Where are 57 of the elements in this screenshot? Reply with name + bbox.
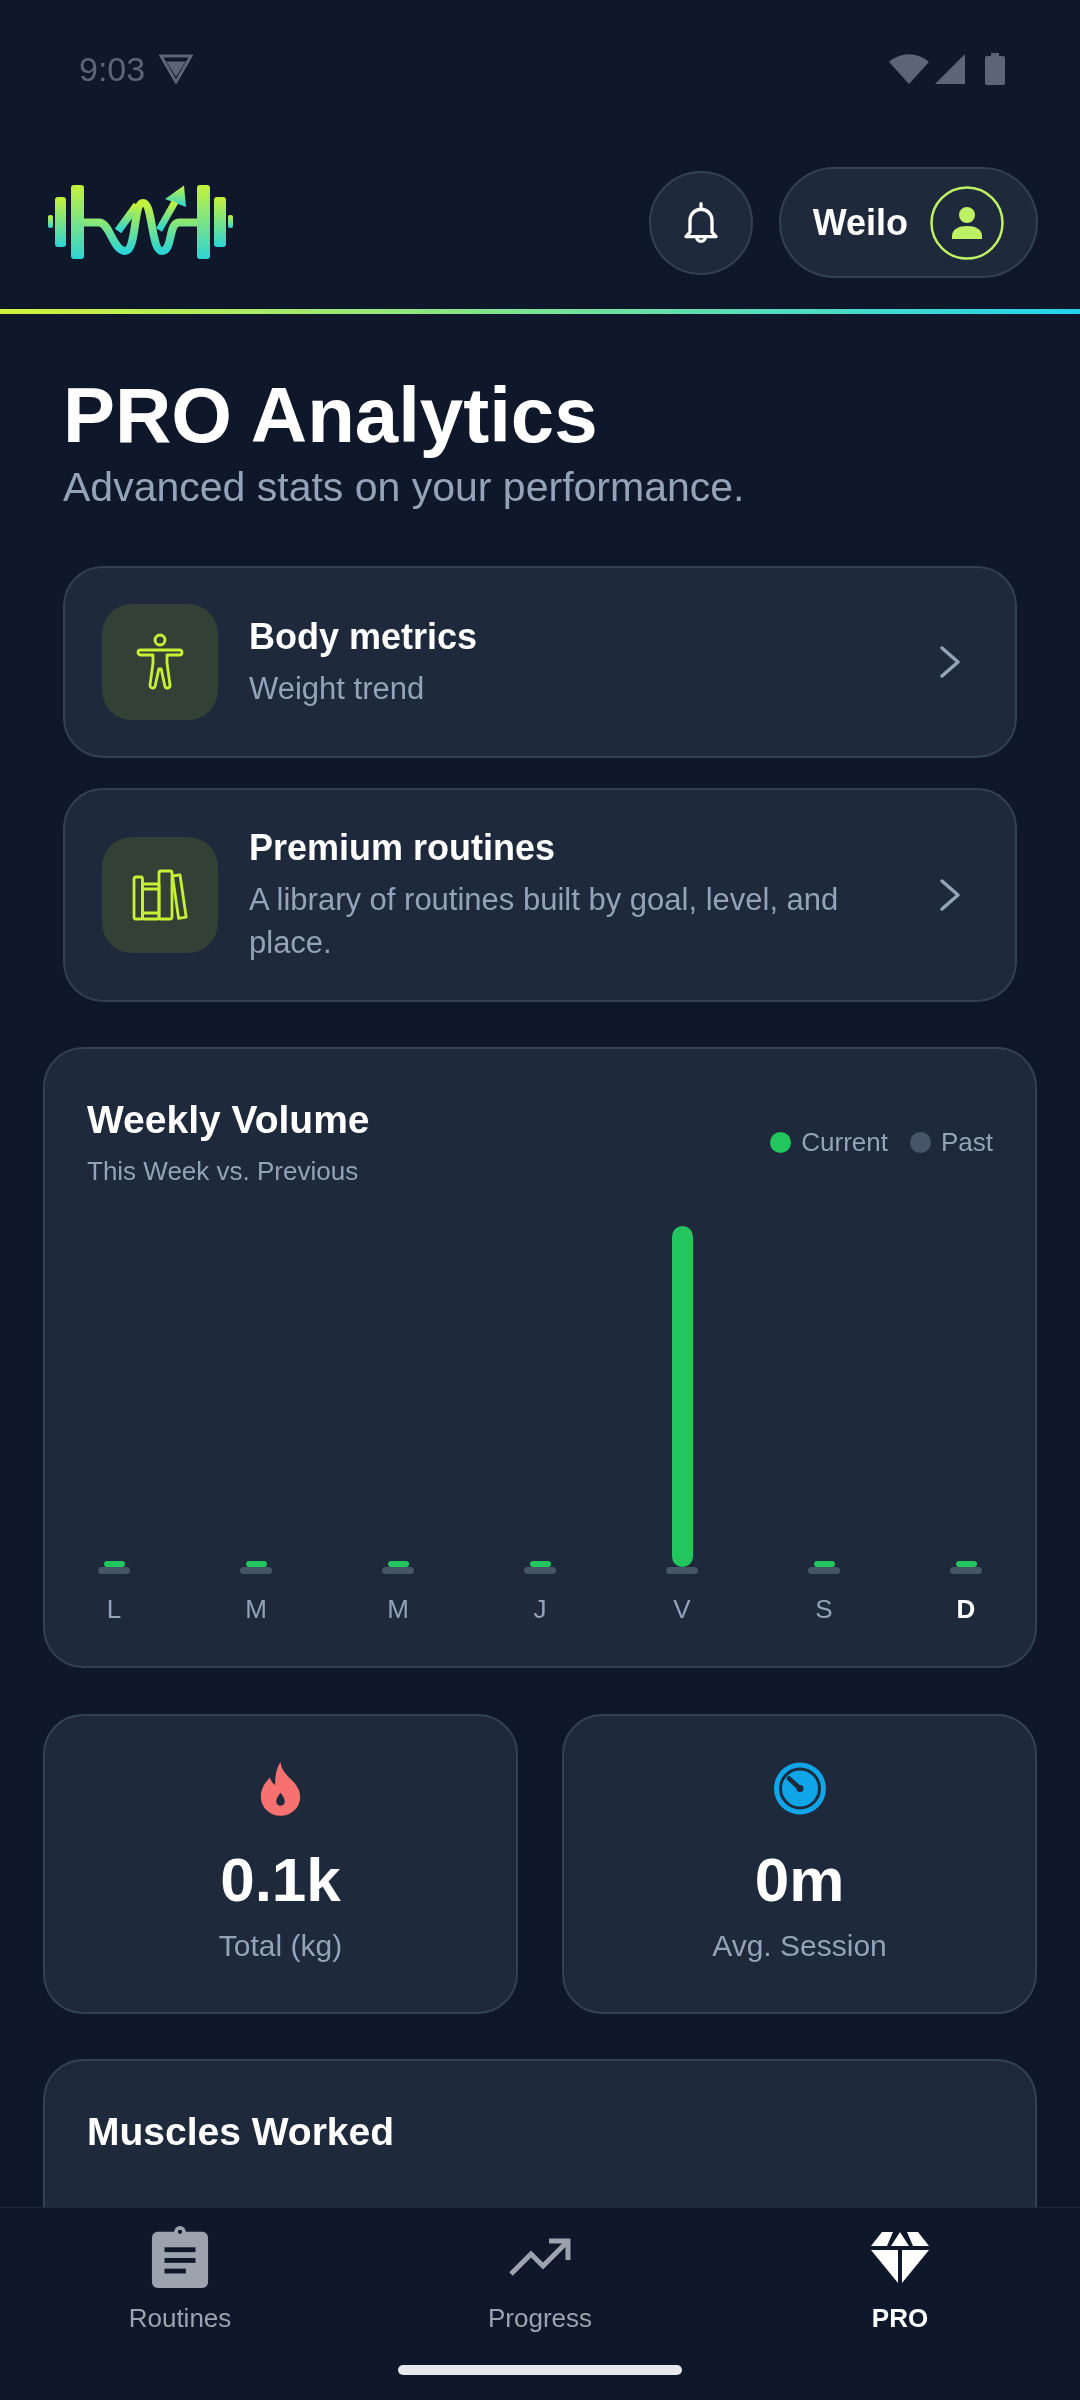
day-label: V <box>672 1593 692 1625</box>
day-label: L <box>105 1593 123 1625</box>
stat-label: Total (kg) <box>218 1928 343 1964</box>
current-bar <box>529 1561 551 1567</box>
chevron-right-icon <box>939 878 961 912</box>
day-label: D <box>955 1593 977 1625</box>
page-title: PRO Analytics <box>63 372 599 458</box>
day-label: M <box>244 1593 268 1625</box>
stat-value: 0.1k <box>220 1844 341 1916</box>
current-bar <box>245 1561 267 1567</box>
status-time: 9:03 <box>79 49 146 89</box>
signal-icon <box>935 54 965 84</box>
flame-icon <box>260 1761 301 1816</box>
nav-tab[interactable]: PRO <box>870 2226 930 2334</box>
past-bar <box>98 1567 130 1574</box>
avatar-icon <box>930 185 1004 260</box>
page-subtitle: Advanced stats on your performance. <box>63 465 746 510</box>
current-bar <box>103 1561 125 1567</box>
timer-icon <box>773 1761 826 1816</box>
feature-card[interactable]: Body metrics Weight trend <box>63 566 1017 758</box>
current-bar <box>813 1561 835 1567</box>
card-title: Body metrics <box>249 614 479 659</box>
day-label: J <box>532 1593 548 1625</box>
current-bar <box>955 1561 977 1567</box>
muscles-title: Muscles Worked <box>87 2109 396 2155</box>
past-bar <box>240 1567 272 1574</box>
shield-icon <box>159 54 194 84</box>
dumbbell-logo-icon <box>47 185 234 260</box>
past-bar <box>950 1567 982 1574</box>
card-subtitle: Weight trend <box>249 669 426 708</box>
diamond-icon <box>870 2230 930 2284</box>
feature-card[interactable]: Premium routines A library of routines built by goal, level, and place. <box>63 788 1017 1002</box>
books-icon <box>102 837 218 953</box>
card-subtitle: A library of routines built by goal, level, and place. <box>249 881 840 962</box>
chevron-right-icon <box>939 645 961 679</box>
nav-tab[interactable]: Progress <box>487 2226 592 2334</box>
trending-up-icon <box>509 2238 571 2276</box>
clipboard-icon <box>151 2226 209 2288</box>
past-bar <box>666 1567 698 1574</box>
card-title: Premium routines <box>249 826 557 870</box>
past-bar <box>524 1567 556 1574</box>
profile-button[interactable]: Weilo <box>778 167 1038 278</box>
past-bar <box>808 1567 840 1574</box>
battery-icon <box>985 53 1005 85</box>
current-bar <box>387 1561 409 1567</box>
past-bar <box>382 1567 414 1574</box>
chart-title: Weekly Volume <box>87 1097 370 1143</box>
day-label: S <box>814 1593 834 1625</box>
chart-subtitle: This Week vs. Previous <box>87 1155 360 1187</box>
stat-value: 0m <box>754 1844 845 1916</box>
day-label: M <box>386 1593 410 1625</box>
stat-label: Avg. Session <box>712 1928 887 1964</box>
nav-tab[interactable]: Routines <box>128 2226 232 2334</box>
wifi-icon <box>889 54 929 84</box>
legend-label: Current <box>801 1126 888 1158</box>
legend-label: Past <box>940 1126 993 1158</box>
person-icon <box>102 604 218 720</box>
